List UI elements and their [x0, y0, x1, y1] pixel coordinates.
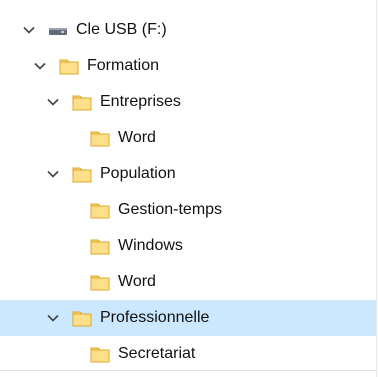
folder-icon [90, 201, 110, 219]
tree-item-secretariat[interactable]: Secretariat [0, 336, 376, 372]
folder-icon [90, 273, 110, 291]
divider [0, 370, 376, 371]
tree-item-population-word[interactable]: Word [0, 264, 376, 300]
chevron-down-icon[interactable] [46, 95, 60, 109]
tree-item-label: Population [100, 165, 176, 182]
tree-item-usb-drive[interactable]: Cle USB (F:) [0, 12, 376, 48]
chevron-down-icon[interactable] [46, 311, 60, 325]
tree-item-gestion-temps[interactable]: Gestion-temps [0, 192, 376, 228]
folder-icon [90, 237, 110, 255]
navigation-pane: Cle USB (F:) Formation Entreprises Word [0, 0, 377, 377]
tree-item-label: Entreprises [100, 93, 181, 110]
tree-item-label: Windows [118, 237, 183, 254]
tree-item-entreprises-word[interactable]: Word [0, 120, 376, 156]
folder-icon [72, 309, 92, 327]
tree-item-label: Cle USB (F:) [76, 21, 167, 38]
tree-item-label: Word [118, 129, 156, 146]
tree-item-windows[interactable]: Windows [0, 228, 376, 264]
folder-icon [90, 345, 110, 363]
tree-item-label: Secretariat [118, 345, 196, 362]
usb-drive-icon [48, 21, 68, 39]
tree-item-entreprises[interactable]: Entreprises [0, 84, 376, 120]
tree-item-professionnelle[interactable]: Professionnelle [0, 300, 376, 336]
tree-item-label: Word [118, 273, 156, 290]
chevron-down-icon[interactable] [22, 23, 36, 37]
folder-icon [72, 93, 92, 111]
folder-icon [59, 57, 79, 75]
tree-item-population[interactable]: Population [0, 156, 376, 192]
tree-item-formation[interactable]: Formation [0, 48, 376, 84]
folder-icon [72, 165, 92, 183]
tree-item-label: Professionnelle [100, 309, 210, 326]
folder-icon [90, 129, 110, 147]
tree-item-label: Formation [87, 57, 160, 74]
chevron-down-icon[interactable] [33, 59, 47, 73]
chevron-down-icon[interactable] [46, 167, 60, 181]
tree-item-label: Gestion-temps [118, 201, 223, 218]
